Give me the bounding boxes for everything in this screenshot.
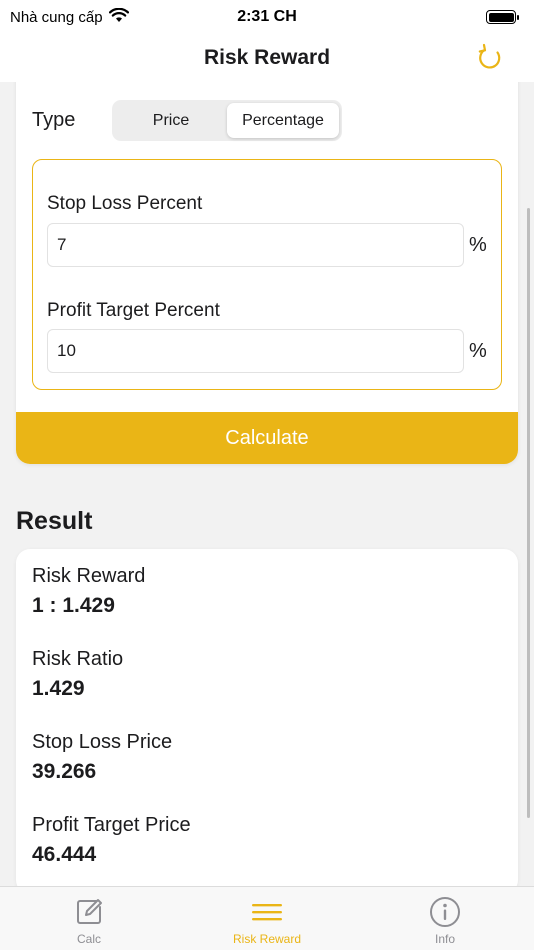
result-value: 39.266 <box>32 760 97 783</box>
percent-inputs-box: Stop Loss Percent % Profit Target Percen… <box>32 159 502 390</box>
refresh-icon <box>478 43 501 69</box>
scrollbar[interactable] <box>527 208 530 818</box>
edit-icon <box>72 896 106 928</box>
refresh-button[interactable] <box>472 39 508 75</box>
profit-target-label: Profit Target Percent <box>47 300 220 321</box>
type-row: Type Price Percentage <box>32 100 342 141</box>
tab-label: Info <box>434 932 455 946</box>
navigation-bar: Risk Reward <box>0 34 534 82</box>
result-item-profit-target-price: Profit Target Price 46.444 <box>32 814 191 867</box>
segment-price[interactable]: Price <box>115 103 227 138</box>
battery-icon <box>486 10 519 24</box>
result-label: Risk Ratio <box>32 648 124 670</box>
result-item-stop-loss-price: Stop Loss Price 39.266 <box>32 731 172 784</box>
profit-target-unit: % <box>469 340 487 362</box>
result-item-risk-ratio: Risk Ratio 1.429 <box>32 648 123 701</box>
result-label: Stop Loss Price <box>32 731 173 753</box>
type-segmented-control[interactable]: Price Percentage <box>112 100 342 141</box>
result-label: Profit Target Price <box>32 814 191 836</box>
tab-risk-reward[interactable]: Risk Reward <box>178 887 356 950</box>
tab-label: Calc <box>76 932 101 946</box>
result-item-risk-reward: Risk Reward 1 : 1.429 <box>32 565 145 618</box>
calculate-button[interactable]: Calculate <box>16 412 518 464</box>
profit-target-input[interactable] <box>47 329 464 373</box>
result-value: 1.429 <box>32 677 85 700</box>
menu-icon <box>250 896 284 928</box>
tab-label: Risk Reward <box>232 932 301 946</box>
result-label: Risk Reward <box>32 565 146 587</box>
wifi-icon <box>108 7 129 27</box>
stop-loss-label: Stop Loss Percent <box>47 193 203 214</box>
stop-loss-input[interactable] <box>47 223 464 267</box>
page-title: Risk Reward <box>203 46 331 69</box>
segment-percentage[interactable]: Percentage <box>227 103 339 138</box>
result-card: Risk Reward 1 : 1.429 Risk Ratio 1.429 S… <box>16 549 518 886</box>
status-bar: Nhà cung cấp 2:31 CH <box>0 0 534 34</box>
info-icon <box>428 896 462 928</box>
carrier-name: Nhà cung cấp <box>10 8 103 26</box>
result-heading: Result <box>16 507 93 535</box>
result-value: 1 : 1.429 <box>32 594 115 617</box>
tab-info[interactable]: Info <box>356 887 534 950</box>
stop-loss-unit: % <box>469 234 487 256</box>
content-scroll-area[interactable]: Type Price Percentage Stop Loss Percent … <box>0 82 534 886</box>
tab-calc[interactable]: Calc <box>0 887 178 950</box>
type-label: Type <box>32 109 76 131</box>
tab-bar: Calc Risk Reward Info <box>0 886 534 950</box>
input-card: Type Price Percentage Stop Loss Percent … <box>16 82 518 464</box>
result-value: 46.444 <box>32 843 97 866</box>
